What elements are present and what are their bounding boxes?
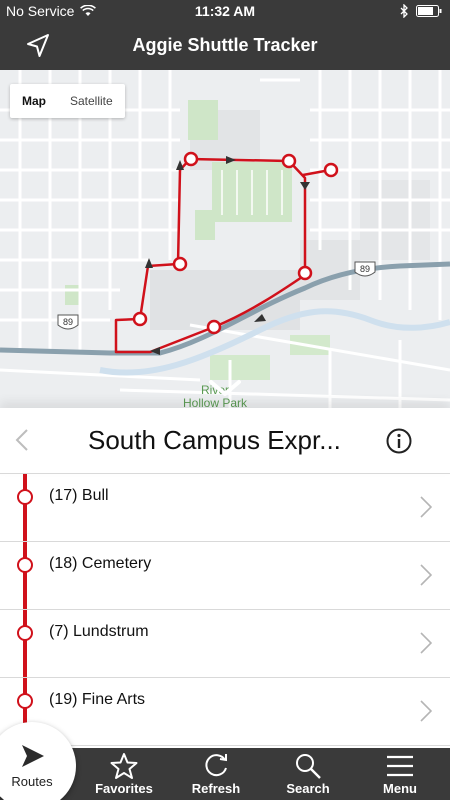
svg-text:89: 89 bbox=[360, 264, 370, 274]
map-stop-marker[interactable] bbox=[323, 162, 339, 178]
tab-search[interactable]: Search bbox=[268, 748, 348, 800]
tab-label: Routes bbox=[11, 774, 53, 789]
chevron-right-icon bbox=[420, 564, 432, 586]
map-stop-marker[interactable] bbox=[297, 265, 313, 281]
stop-list: (17) Bull (18) Cemetery (7) Lundstrum (1… bbox=[0, 474, 450, 748]
tab-label: Menu bbox=[383, 781, 417, 796]
stop-label: (18) Cemetery bbox=[49, 555, 152, 572]
navigation-arrow-icon bbox=[22, 745, 44, 767]
route-name: South Campus Expr... bbox=[88, 425, 341, 455]
bluetooth-icon bbox=[400, 4, 408, 18]
map-stop-marker[interactable] bbox=[183, 151, 199, 167]
tab-favorites[interactable]: Favorites bbox=[84, 748, 164, 800]
stop-marker-icon bbox=[17, 693, 33, 709]
status-bar: No Service 11:32 AM bbox=[0, 0, 450, 22]
clock: 11:32 AM bbox=[194, 3, 256, 19]
star-icon bbox=[110, 753, 138, 779]
tab-label: Search bbox=[286, 781, 330, 796]
stop-label: (7) Lundstrum bbox=[49, 623, 149, 640]
map-type-satellite-option[interactable]: Satellite bbox=[58, 84, 125, 118]
svg-text:89: 89 bbox=[63, 317, 73, 327]
nav-bar: Aggie Shuttle Tracker bbox=[0, 22, 450, 70]
route-header: South Campus Expr... bbox=[0, 408, 450, 474]
tab-label: Favorites bbox=[95, 781, 153, 796]
hamburger-menu-icon bbox=[387, 755, 413, 777]
chevron-left-icon[interactable] bbox=[14, 428, 30, 452]
collapse-map-chevron-icon[interactable] bbox=[205, 376, 245, 400]
stop-label: (19) Fine Arts bbox=[49, 691, 146, 708]
list-item[interactable]: (18) Cemetery bbox=[0, 542, 450, 610]
map-stop-marker[interactable] bbox=[281, 153, 297, 169]
list-item[interactable]: (19) Fine Arts bbox=[0, 678, 450, 746]
map-stop-marker[interactable] bbox=[172, 256, 188, 272]
chevron-right-icon bbox=[420, 496, 432, 518]
stop-label: (17) Bull bbox=[49, 487, 109, 504]
map-stop-marker[interactable] bbox=[132, 311, 148, 327]
list-item[interactable]: (7) Lundstrum bbox=[0, 610, 450, 678]
map-canvas: 89 89 River Hollow Park bbox=[0, 70, 450, 408]
stop-marker-icon bbox=[17, 489, 33, 505]
battery-icon bbox=[416, 5, 442, 17]
chevron-right-icon bbox=[420, 700, 432, 722]
info-icon[interactable] bbox=[386, 428, 412, 454]
map-type-toggle: Map Satellite bbox=[10, 84, 125, 118]
app-title: Aggie Shuttle Tracker bbox=[132, 35, 318, 55]
highway-shield-east: 89 bbox=[354, 261, 376, 277]
map-view[interactable]: 89 89 River Hollow Park Map Satellite bbox=[0, 70, 450, 408]
chevron-right-icon bbox=[420, 632, 432, 654]
map-stop-marker[interactable] bbox=[206, 319, 222, 335]
stop-marker-icon bbox=[17, 557, 33, 573]
tab-refresh[interactable]: Refresh bbox=[176, 748, 256, 800]
highway-shield-west: 89 bbox=[57, 314, 79, 330]
search-icon bbox=[296, 754, 321, 779]
stop-marker-icon bbox=[17, 625, 33, 641]
refresh-icon bbox=[205, 754, 227, 777]
map-type-map-option[interactable]: Map bbox=[10, 84, 58, 118]
list-item[interactable]: (17) Bull bbox=[0, 474, 450, 542]
tab-label: Refresh bbox=[191, 781, 241, 796]
tab-menu[interactable]: Menu bbox=[360, 748, 440, 800]
